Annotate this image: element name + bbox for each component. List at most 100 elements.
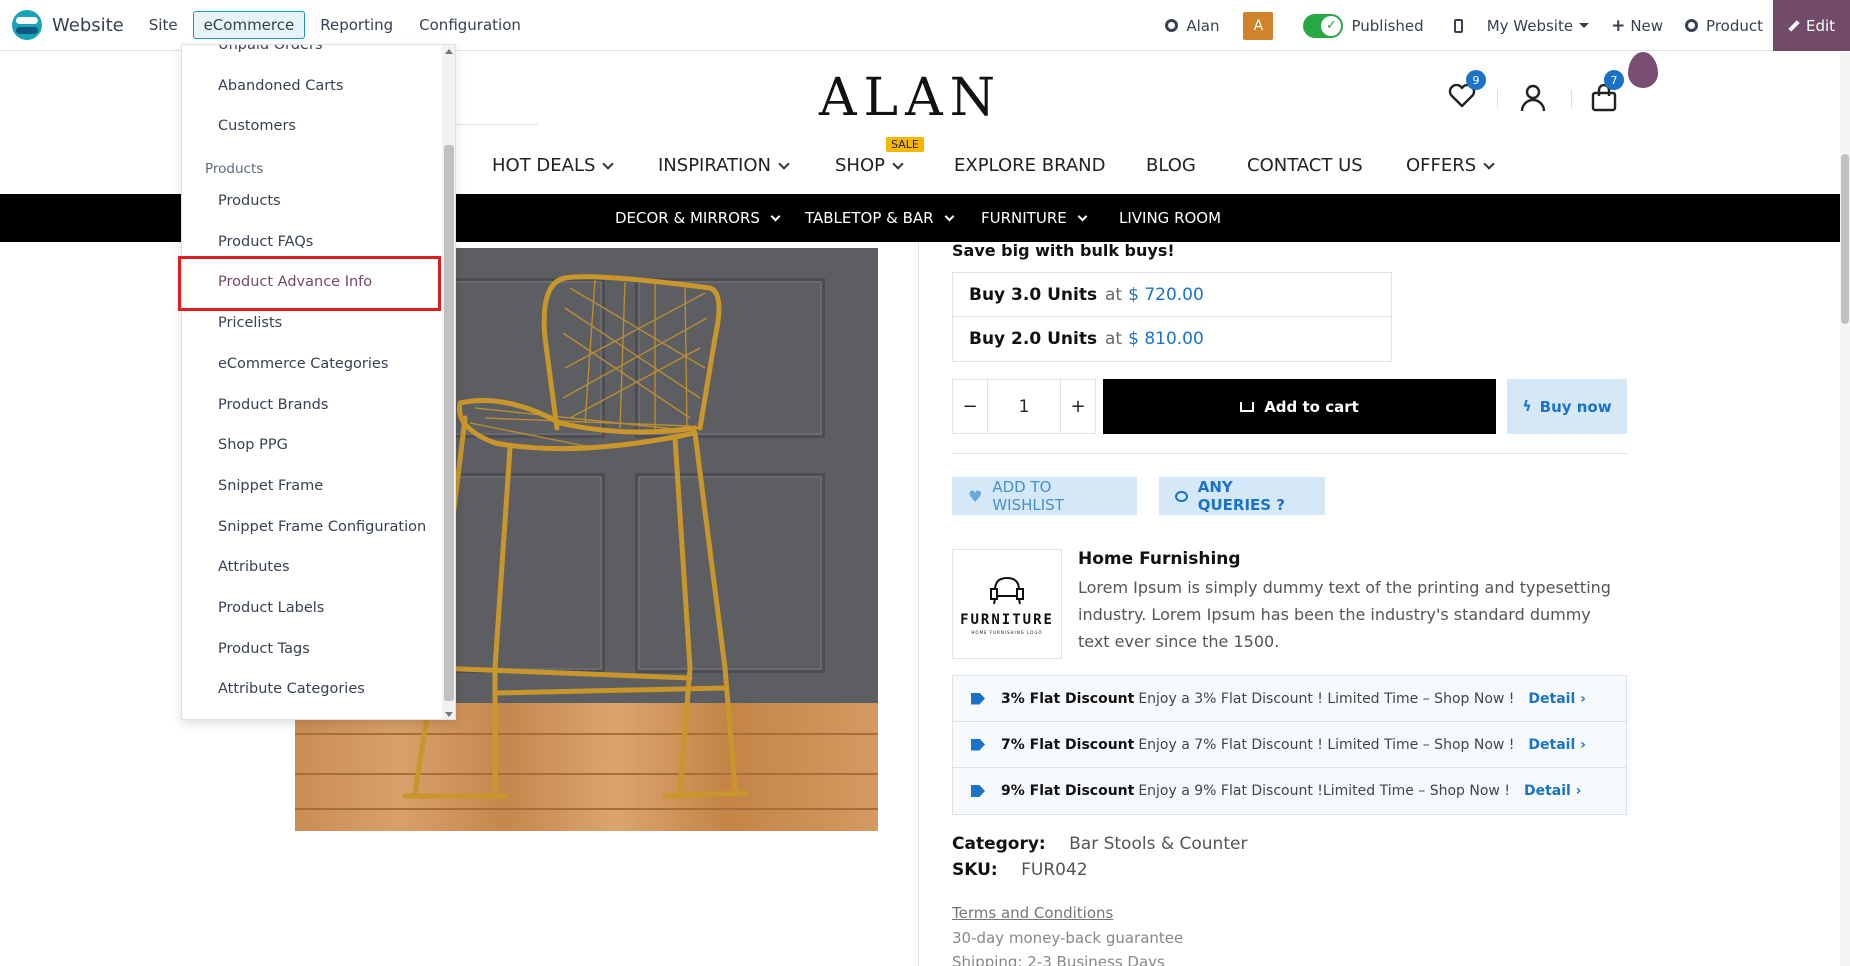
bulk-units: Buy 2.0 Units xyxy=(969,329,1098,349)
menu-item-ecommerce-categories[interactable]: eCommerce Categories xyxy=(218,356,388,372)
nav-offers[interactable]: OFFERS xyxy=(1406,155,1495,176)
highlight-box xyxy=(178,256,441,311)
discount-text: Enjoy a 7% Flat Discount ! Limited Time … xyxy=(1138,736,1515,753)
menu-item-snippet-frame[interactable]: Snippet Frame xyxy=(218,478,323,494)
discount-name: 3% Flat Discount xyxy=(1001,690,1135,707)
discount-row: 9% Flat Discount Enjoy a 9% Flat Discoun… xyxy=(953,768,1626,814)
discount-detail-link[interactable]: Detail › xyxy=(1524,783,1582,799)
menu-section-products: Products xyxy=(205,161,264,177)
wishlist-count-badge: 9 xyxy=(1466,70,1486,90)
category-decor-mirrors[interactable]: DECOR & MIRRORS xyxy=(615,209,781,227)
menu-item-product-faqs[interactable]: Product FAQs xyxy=(218,234,313,250)
header-separator xyxy=(1571,90,1572,108)
nav-hot-deals[interactable]: HOT DEALS xyxy=(492,155,615,176)
bulk-row[interactable]: Buy 2.0 Units at $ 810.00 xyxy=(953,317,1391,361)
nav-contact-us[interactable]: CONTACT US xyxy=(1247,155,1363,176)
page-scrollbar[interactable] xyxy=(1840,52,1850,966)
edit-button[interactable]: Edit xyxy=(1773,0,1850,51)
check-icon: ✓ xyxy=(1321,15,1342,36)
category-value[interactable]: Bar Stools & Counter xyxy=(1069,834,1247,854)
product-settings-button[interactable]: Product xyxy=(1685,17,1763,35)
menu-item-snippet-frame-configuration[interactable]: Snippet Frame Configuration xyxy=(218,519,426,535)
new-label: New xyxy=(1630,16,1664,35)
sale-badge: SALE xyxy=(886,137,924,152)
admin-right-controls: Alan A ✓ Published My Website + New Prod… xyxy=(1143,0,1850,51)
any-queries-label: ANY QUERIES ? xyxy=(1197,478,1286,514)
menu-item-products[interactable]: Products xyxy=(218,193,281,209)
shipping-text: Shipping: 2-3 Business Days xyxy=(952,953,1165,966)
discount-detail-link[interactable]: Detail › xyxy=(1528,737,1586,753)
published-toggle[interactable]: ✓ xyxy=(1303,13,1344,38)
scrollbar-thumb[interactable] xyxy=(444,145,454,701)
gear-icon xyxy=(1685,19,1699,32)
tag-icon xyxy=(971,785,985,797)
avatar[interactable]: A xyxy=(1243,11,1274,40)
brand-logo[interactable]: FURNITURE HOME FURNISHING LOGO xyxy=(952,549,1062,659)
menu-item-pricelists[interactable]: Pricelists xyxy=(218,315,282,331)
any-queries-button[interactable]: ANY QUERIES ? xyxy=(1159,477,1325,515)
quantity-stepper: − 1 + xyxy=(952,379,1096,434)
cart-count-badge: 7 xyxy=(1604,70,1624,90)
quantity-increase-button[interactable]: + xyxy=(1061,380,1095,433)
terms-link[interactable]: Terms and Conditions xyxy=(952,904,1113,922)
nav-explore-brand[interactable]: EXPLORE BRAND xyxy=(954,155,1105,176)
menu-item-product-tags[interactable]: Product Tags xyxy=(218,641,310,657)
add-to-cart-label: Add to cart xyxy=(1264,397,1359,416)
menu-item-attributes[interactable]: Attributes xyxy=(218,559,290,575)
scroll-down-icon[interactable] xyxy=(445,712,453,717)
tag-icon xyxy=(971,738,985,751)
app-brand[interactable]: Website xyxy=(12,10,124,40)
menu-configuration[interactable]: Configuration xyxy=(408,11,532,39)
menu-item-product-brands[interactable]: Product Brands xyxy=(218,397,328,413)
wishlist-icon[interactable]: 9 xyxy=(1448,70,1486,108)
cart-icon[interactable]: 7 xyxy=(1590,70,1624,112)
add-to-wishlist-button[interactable]: ♥ ADD TO WISHLIST xyxy=(952,477,1137,515)
menu-item-customers[interactable]: Customers xyxy=(218,118,296,134)
nav-shop[interactable]: SHOP xyxy=(835,155,904,176)
menu-ecommerce[interactable]: eCommerce xyxy=(192,11,306,39)
nav-label: INSPIRATION xyxy=(658,155,771,176)
nav-label: HOT DEALS xyxy=(492,155,596,176)
nav-label: OFFERS xyxy=(1406,155,1477,176)
menu-item-product-labels[interactable]: Product Labels xyxy=(218,600,324,616)
website-switcher[interactable]: My Website xyxy=(1487,17,1590,35)
armchair-icon xyxy=(990,576,1024,604)
pencil-icon xyxy=(1788,19,1800,32)
nav-inspiration[interactable]: INSPIRATION xyxy=(658,155,790,176)
new-button[interactable]: + New xyxy=(1611,16,1663,36)
mobile-preview-button[interactable] xyxy=(1453,18,1477,33)
bulk-price: $ 810.00 xyxy=(1128,329,1204,349)
chevron-down-icon xyxy=(1077,211,1088,221)
dropdown-scrollbar[interactable] xyxy=(442,45,455,719)
account-icon[interactable] xyxy=(1520,84,1546,112)
category-living-room[interactable]: LIVING ROOM xyxy=(1119,209,1221,227)
app-name: Website xyxy=(52,14,124,36)
scroll-up-icon[interactable] xyxy=(445,49,453,54)
menu-item-attribute-categories[interactable]: Attribute Categories xyxy=(218,681,365,697)
quantity-decrease-button[interactable]: − xyxy=(953,380,987,433)
bulk-row[interactable]: Buy 3.0 Units at $ 720.00 xyxy=(953,273,1391,317)
bulk-buys-title: Save big with bulk buys! xyxy=(952,241,1175,260)
discount-detail-link[interactable]: Detail › xyxy=(1528,691,1586,707)
add-to-cart-button[interactable]: Add to cart xyxy=(1103,379,1496,434)
buy-now-button[interactable]: ϟ Buy now xyxy=(1507,379,1627,434)
scrollbar-thumb[interactable] xyxy=(1841,154,1849,324)
menu-site[interactable]: Site xyxy=(138,11,189,39)
bolt-icon: ϟ xyxy=(1522,398,1532,415)
site-logo[interactable]: ALAN xyxy=(819,68,1002,128)
category-label: LIVING ROOM xyxy=(1119,209,1222,227)
bulk-at: at xyxy=(1105,284,1123,305)
mobile-icon xyxy=(1453,18,1463,33)
header-separator xyxy=(1497,90,1498,108)
nav-blog[interactable]: BLOG xyxy=(1146,155,1196,176)
quantity-input[interactable]: 1 xyxy=(987,380,1061,433)
menu-reporting[interactable]: Reporting xyxy=(309,11,404,39)
plus-icon: + xyxy=(1611,15,1626,36)
category-tabletop-bar[interactable]: TABLETOP & BAR xyxy=(805,209,955,227)
user-menu[interactable]: Alan xyxy=(1165,17,1219,35)
category-furniture[interactable]: FURNITURE xyxy=(981,209,1088,227)
menu-item-abandoned-carts[interactable]: Abandoned Carts xyxy=(218,78,343,94)
menu-item-shop-ppg[interactable]: Shop PPG xyxy=(218,437,288,453)
menu-item-unpaid-orders[interactable]: Unpaid Orders xyxy=(218,45,323,53)
chevron-down-icon xyxy=(770,211,781,221)
